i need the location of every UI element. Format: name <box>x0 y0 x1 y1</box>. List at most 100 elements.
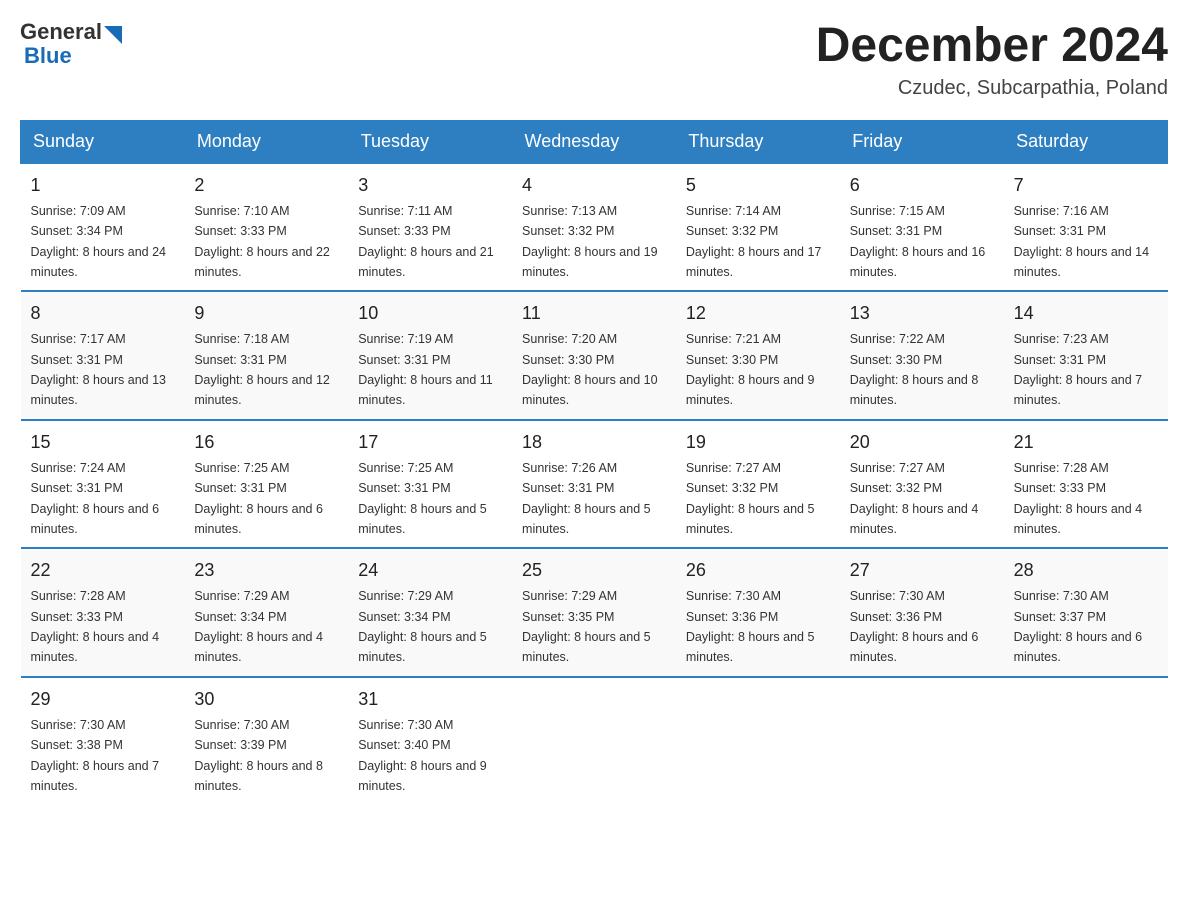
day-number: 20 <box>850 429 994 456</box>
calendar-cell: 10 Sunrise: 7:19 AMSunset: 3:31 PMDayligh… <box>348 291 512 420</box>
calendar-cell: 30Sunrise: 7:30 AMSunset: 3:39 PMDayligh… <box>184 677 348 805</box>
calendar-cell: 6 Sunrise: 7:15 AMSunset: 3:31 PMDaylight… <box>840 163 1004 292</box>
calendar-cell: 21 Sunrise: 7:28 AMSunset: 3:33 PMDayligh… <box>1004 420 1168 549</box>
calendar-cell: 5Sunrise: 7:14 AMSunset: 3:32 PMDaylight… <box>676 163 840 292</box>
day-number: 24 <box>358 557 502 584</box>
logo: GeneralBlue <box>20 20 122 68</box>
calendar-subtitle: Czudec, Subcarpathia, Poland <box>816 77 1168 100</box>
day-info: Sunrise: 7:18 AMSunset: 3:31 PMDaylight:… <box>194 332 330 407</box>
day-number: 19 <box>686 429 830 456</box>
day-info: Sunrise: 7:30 AMSunset: 3:37 PMDaylight:… <box>1014 589 1143 664</box>
day-info: Sunrise: 7:30 AMSunset: 3:36 PMDaylight:… <box>686 589 815 664</box>
calendar-cell: 27 Sunrise: 7:30 AMSunset: 3:36 PMDayligh… <box>840 548 1004 677</box>
day-info: Sunrise: 7:21 AMSunset: 3:30 PMDaylight:… <box>686 332 815 407</box>
day-number: 2 <box>194 172 338 199</box>
calendar-cell: 4 Sunrise: 7:13 AMSunset: 3:32 PMDaylight… <box>512 163 676 292</box>
day-info: Sunrise: 7:13 AMSunset: 3:32 PMDaylight:… <box>522 204 658 279</box>
calendar-week-row: 15Sunrise: 7:24 AMSunset: 3:31 PMDayligh… <box>21 420 1168 549</box>
day-number: 9 <box>194 300 338 327</box>
day-number: 23 <box>194 557 338 584</box>
calendar-cell: 14 Sunrise: 7:23 AMSunset: 3:31 PMDayligh… <box>1004 291 1168 420</box>
calendar-cell: 7 Sunrise: 7:16 AMSunset: 3:31 PMDaylight… <box>1004 163 1168 292</box>
day-number: 16 <box>194 429 338 456</box>
calendar-cell: 29Sunrise: 7:30 AMSunset: 3:38 PMDayligh… <box>21 677 185 805</box>
day-info: Sunrise: 7:10 AMSunset: 3:33 PMDaylight:… <box>194 204 330 279</box>
weekday-header-tuesday: Tuesday <box>348 120 512 163</box>
logo-blue-text: Blue <box>24 43 72 68</box>
calendar-cell: 28 Sunrise: 7:30 AMSunset: 3:37 PMDayligh… <box>1004 548 1168 677</box>
day-info: Sunrise: 7:29 AMSunset: 3:34 PMDaylight:… <box>194 589 323 664</box>
calendar-cell: 13 Sunrise: 7:22 AMSunset: 3:30 PMDayligh… <box>840 291 1004 420</box>
day-info: Sunrise: 7:11 AMSunset: 3:33 PMDaylight:… <box>358 204 494 279</box>
day-number: 13 <box>850 300 994 327</box>
day-number: 8 <box>31 300 175 327</box>
day-number: 22 <box>31 557 175 584</box>
calendar-week-row: 22 Sunrise: 7:28 AMSunset: 3:33 PMDayligh… <box>21 548 1168 677</box>
day-number: 12 <box>686 300 830 327</box>
calendar-cell: 11 Sunrise: 7:20 AMSunset: 3:30 PMDayligh… <box>512 291 676 420</box>
day-info: Sunrise: 7:17 AMSunset: 3:31 PMDaylight:… <box>31 332 167 407</box>
day-info: Sunrise: 7:20 AMSunset: 3:30 PMDaylight:… <box>522 332 658 407</box>
day-number: 3 <box>358 172 502 199</box>
calendar-week-row: 8 Sunrise: 7:17 AMSunset: 3:31 PMDaylight… <box>21 291 1168 420</box>
day-info: Sunrise: 7:15 AMSunset: 3:31 PMDaylight:… <box>850 204 986 279</box>
day-number: 14 <box>1014 300 1158 327</box>
calendar-cell: 22 Sunrise: 7:28 AMSunset: 3:33 PMDayligh… <box>21 548 185 677</box>
day-number: 4 <box>522 172 666 199</box>
day-info: Sunrise: 7:27 AMSunset: 3:32 PMDaylight:… <box>686 461 815 536</box>
title-area: December 2024 Czudec, Subcarpathia, Pola… <box>816 20 1168 100</box>
day-number: 29 <box>31 686 175 713</box>
day-number: 28 <box>1014 557 1158 584</box>
calendar-cell <box>676 677 840 805</box>
day-info: Sunrise: 7:26 AMSunset: 3:31 PMDaylight:… <box>522 461 651 536</box>
day-info: Sunrise: 7:16 AMSunset: 3:31 PMDaylight:… <box>1014 204 1150 279</box>
day-number: 7 <box>1014 172 1158 199</box>
day-info: Sunrise: 7:23 AMSunset: 3:31 PMDaylight:… <box>1014 332 1143 407</box>
day-number: 27 <box>850 557 994 584</box>
day-number: 25 <box>522 557 666 584</box>
day-info: Sunrise: 7:22 AMSunset: 3:30 PMDaylight:… <box>850 332 979 407</box>
calendar-cell: 25 Sunrise: 7:29 AMSunset: 3:35 PMDayligh… <box>512 548 676 677</box>
day-info: Sunrise: 7:29 AMSunset: 3:34 PMDaylight:… <box>358 589 487 664</box>
day-info: Sunrise: 7:24 AMSunset: 3:31 PMDaylight:… <box>31 461 160 536</box>
calendar-cell: 16Sunrise: 7:25 AMSunset: 3:31 PMDayligh… <box>184 420 348 549</box>
calendar-cell: 3 Sunrise: 7:11 AMSunset: 3:33 PMDaylight… <box>348 163 512 292</box>
calendar-cell: 2 Sunrise: 7:10 AMSunset: 3:33 PMDaylight… <box>184 163 348 292</box>
day-info: Sunrise: 7:28 AMSunset: 3:33 PMDaylight:… <box>1014 461 1143 536</box>
day-info: Sunrise: 7:30 AMSunset: 3:40 PMDaylight:… <box>358 718 487 793</box>
day-info: Sunrise: 7:25 AMSunset: 3:31 PMDaylight:… <box>358 461 487 536</box>
day-info: Sunrise: 7:19 AMSunset: 3:31 PMDaylight:… <box>358 332 493 407</box>
calendar-table: SundayMondayTuesdayWednesdayThursdayFrid… <box>20 120 1168 805</box>
day-number: 6 <box>850 172 994 199</box>
day-info: Sunrise: 7:30 AMSunset: 3:36 PMDaylight:… <box>850 589 979 664</box>
calendar-cell: 18Sunrise: 7:26 AMSunset: 3:31 PMDayligh… <box>512 420 676 549</box>
day-number: 31 <box>358 686 502 713</box>
weekday-header-thursday: Thursday <box>676 120 840 163</box>
weekday-header-row: SundayMondayTuesdayWednesdayThursdayFrid… <box>21 120 1168 163</box>
day-number: 11 <box>522 300 666 327</box>
weekday-header-saturday: Saturday <box>1004 120 1168 163</box>
calendar-cell: 31 Sunrise: 7:30 AMSunset: 3:40 PMDayligh… <box>348 677 512 805</box>
day-info: Sunrise: 7:30 AMSunset: 3:39 PMDaylight:… <box>194 718 323 793</box>
day-info: Sunrise: 7:14 AMSunset: 3:32 PMDaylight:… <box>686 204 822 279</box>
page-header: GeneralBlue December 2024 Czudec, Subcar… <box>20 20 1168 100</box>
calendar-week-row: 1Sunrise: 7:09 AMSunset: 3:34 PMDaylight… <box>21 163 1168 292</box>
calendar-cell: 19 Sunrise: 7:27 AMSunset: 3:32 PMDayligh… <box>676 420 840 549</box>
calendar-title: December 2024 <box>816 20 1168 73</box>
day-info: Sunrise: 7:29 AMSunset: 3:35 PMDaylight:… <box>522 589 651 664</box>
day-number: 21 <box>1014 429 1158 456</box>
day-info: Sunrise: 7:28 AMSunset: 3:33 PMDaylight:… <box>31 589 160 664</box>
day-number: 10 <box>358 300 502 327</box>
calendar-cell <box>512 677 676 805</box>
calendar-cell: 17Sunrise: 7:25 AMSunset: 3:31 PMDayligh… <box>348 420 512 549</box>
calendar-week-row: 29Sunrise: 7:30 AMSunset: 3:38 PMDayligh… <box>21 677 1168 805</box>
weekday-header-sunday: Sunday <box>21 120 185 163</box>
day-info: Sunrise: 7:09 AMSunset: 3:34 PMDaylight:… <box>31 204 167 279</box>
day-info: Sunrise: 7:27 AMSunset: 3:32 PMDaylight:… <box>850 461 979 536</box>
weekday-header-friday: Friday <box>840 120 1004 163</box>
weekday-header-wednesday: Wednesday <box>512 120 676 163</box>
calendar-cell: 26Sunrise: 7:30 AMSunset: 3:36 PMDayligh… <box>676 548 840 677</box>
logo-arrow-icon <box>104 26 122 44</box>
calendar-cell: 1Sunrise: 7:09 AMSunset: 3:34 PMDaylight… <box>21 163 185 292</box>
logo-general-text: General <box>20 19 102 44</box>
